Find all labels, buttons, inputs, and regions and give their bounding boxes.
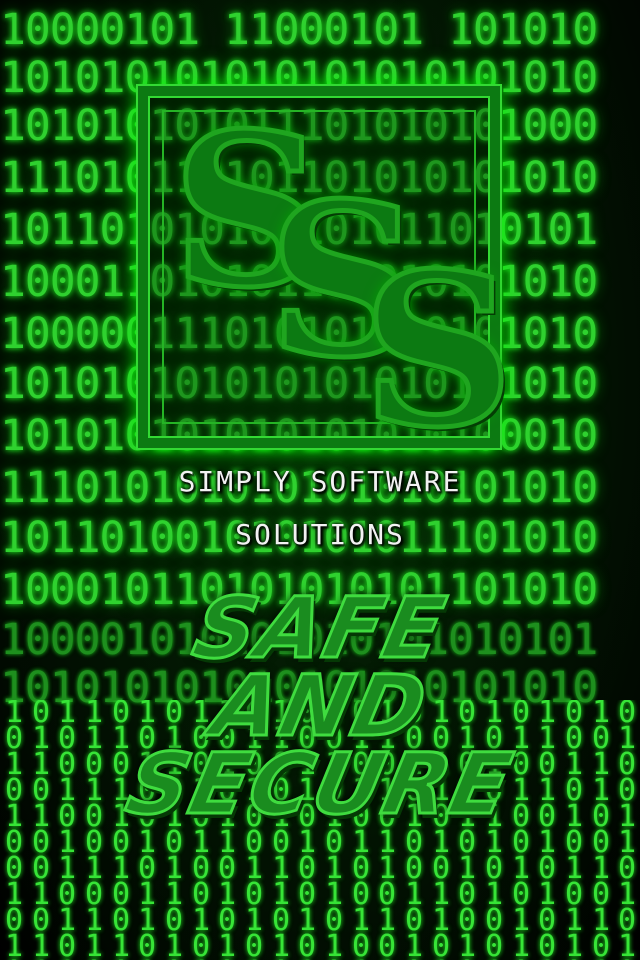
tagline-secure: SECURE <box>117 734 523 835</box>
splash-screen: 10000101 11000101 101010 101010101010101… <box>0 0 640 960</box>
logo-frame: S S S <box>138 86 516 458</box>
company-name-line1: SIMPLY SOFTWARE <box>178 465 462 498</box>
binary-row: 10000101 11000101 101010 <box>0 5 598 55</box>
company-name-line2: SOLUTIONS <box>235 518 405 551</box>
logo-letter-s: S <box>360 227 517 474</box>
